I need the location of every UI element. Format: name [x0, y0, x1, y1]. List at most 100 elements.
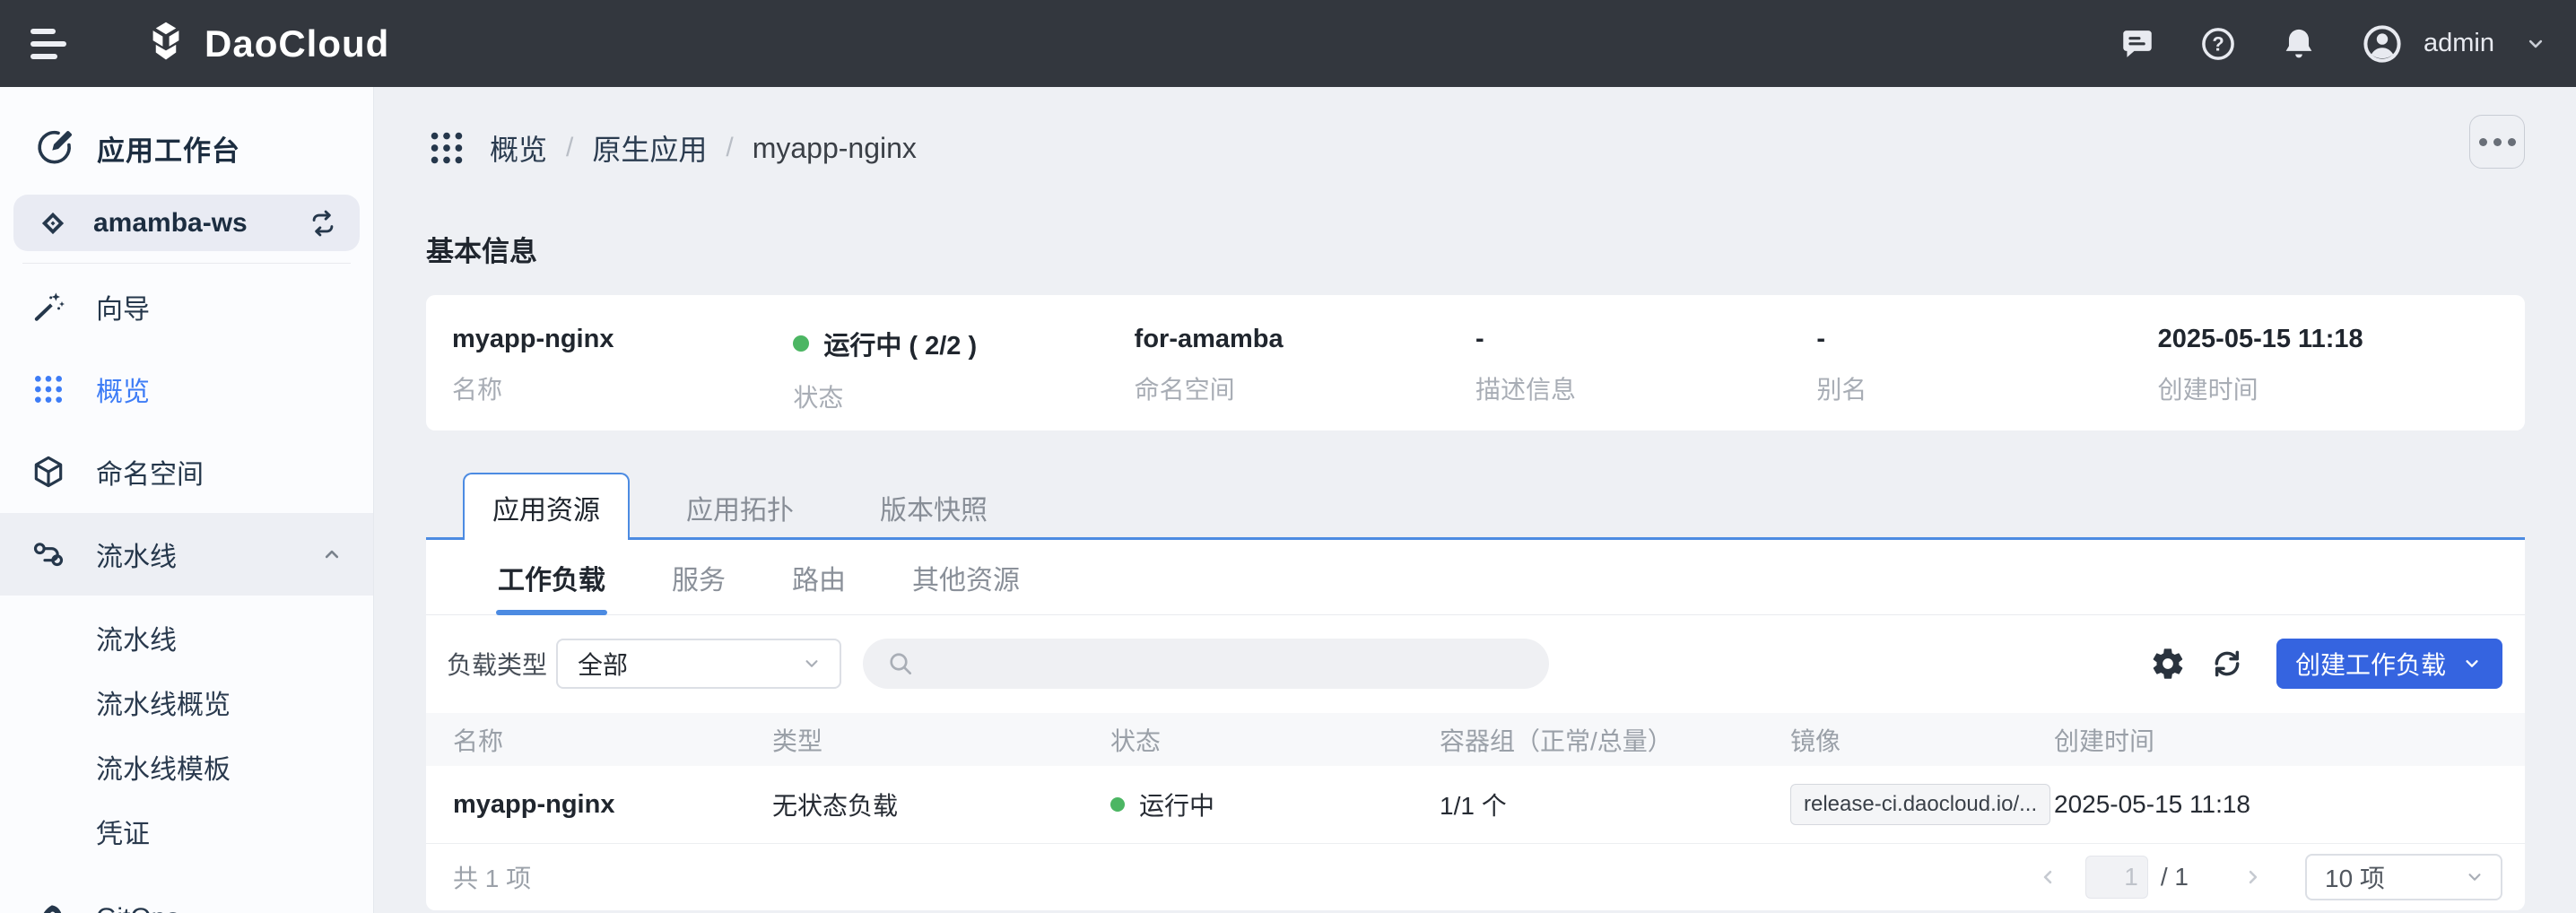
workspace-icon	[36, 206, 70, 240]
workspace-selector[interactable]: amamba-ws	[13, 195, 360, 251]
chevron-up-icon	[319, 542, 344, 567]
switch-workspace-icon[interactable]	[308, 208, 338, 239]
topbar-right: ? admin	[2119, 22, 2548, 65]
info-field-description: - 描述信息	[1475, 325, 1816, 430]
col-header-created: 创建时间	[2054, 722, 2502, 758]
tab-app-topology[interactable]: 应用拓扑	[657, 475, 823, 540]
sidebar-item-label: 流水线	[96, 535, 177, 574]
info-field-name: myapp-nginx 名称	[452, 325, 793, 430]
table-header-row: 名称 类型 状态 容器组（正常/总量） 镜像 创建时间	[426, 713, 2525, 766]
tab-version-snapshot[interactable]: 版本快照	[850, 475, 1017, 540]
top-bar: DaoCloud ?	[0, 0, 2576, 87]
pipeline-icon	[30, 536, 66, 572]
workload-created-cell: 2025-05-15 11:18	[2054, 790, 2502, 819]
total-count-label: 共 1 项	[453, 859, 531, 895]
info-field-created: 2025-05-15 11:18 创建时间	[2158, 325, 2499, 430]
table-row[interactable]: myapp-nginx 无状态负载 运行中 1/1 个 release-ci.d…	[426, 766, 2525, 844]
brand-logo[interactable]: DaoCloud	[142, 20, 389, 68]
workspace-name: amamba-ws	[93, 208, 248, 239]
refresh-icon[interactable]	[2209, 646, 2245, 682]
status-dot-green	[1110, 797, 1125, 812]
breadcrumb-separator: /	[726, 133, 733, 163]
sidebar-menu: 向导 概览 命名空间	[0, 265, 373, 596]
main-content: 概览 / 原生应用 / myapp-nginx 基本信息 myapp-nginx…	[374, 87, 2576, 913]
workload-type-label: 负载类型	[447, 646, 547, 682]
sidebar-item-label: GitOps	[96, 903, 179, 913]
info-field-status: 运行中 ( 2/2 ) 状态	[793, 325, 1134, 430]
info-field-alias: - 别名	[1816, 325, 2157, 430]
sidebar-subitem-pipeline-template[interactable]: 流水线模板	[0, 735, 373, 799]
tab-app-resources[interactable]: 应用资源	[463, 473, 630, 540]
page-number-input[interactable]	[2085, 856, 2148, 899]
page-size-select[interactable]: 10 项	[2305, 854, 2502, 900]
search-box[interactable]	[863, 639, 1549, 689]
username-label[interactable]: admin	[2424, 29, 2494, 58]
tabstrip-underline	[426, 537, 2525, 540]
cube-icon	[30, 454, 66, 490]
workbench-compose-icon	[34, 127, 75, 169]
help-icon[interactable]: ?	[2199, 25, 2237, 63]
breadcrumb-item-native-app[interactable]: 原生应用	[592, 127, 707, 169]
sidebar-item-gitops[interactable]: GitOps	[0, 877, 373, 913]
notifications-bell-icon[interactable]	[2280, 25, 2318, 63]
subtab-workloads[interactable]: 工作负载	[498, 540, 605, 614]
workload-type-cell: 无状态负载	[772, 787, 1110, 822]
workload-name-link[interactable]: myapp-nginx	[453, 790, 772, 820]
sidebar-product-header: 应用工作台	[34, 126, 373, 170]
topbar-left: DaoCloud	[30, 20, 389, 68]
user-menu-chevron-down-icon[interactable]	[2523, 31, 2548, 57]
breadcrumb: 概览 / 原生应用 / myapp-nginx	[426, 126, 2525, 170]
subtab-other-resources[interactable]: 其他资源	[912, 540, 1020, 614]
create-workload-button[interactable]: 创建工作负载	[2276, 639, 2502, 689]
settings-gear-icon[interactable]	[2150, 646, 2186, 682]
daocloud-logo-icon	[142, 20, 190, 68]
breadcrumb-item-current: myapp-nginx	[753, 132, 917, 165]
sidebar-subitem-credentials[interactable]: 凭证	[0, 799, 373, 864]
daocloud-app: DaoCloud ?	[0, 0, 2576, 913]
search-input[interactable]	[915, 639, 1549, 689]
chevron-down-icon	[800, 652, 823, 675]
rocket-icon	[30, 900, 66, 913]
search-icon	[886, 649, 915, 678]
basic-info-card: myapp-nginx 名称 运行中 ( 2/2 ) 状态 for-amamba…	[426, 295, 2525, 430]
breadcrumb-grid-icon[interactable]	[426, 127, 467, 169]
page-total-label: / 1	[2161, 863, 2189, 891]
subtab-routes[interactable]: 路由	[792, 540, 846, 614]
prev-page-icon[interactable]	[2035, 865, 2060, 890]
workload-toolbar: 负载类型 全部	[426, 639, 2525, 689]
table-footer: 共 1 项 / 1 10 项	[426, 844, 2525, 910]
user-avatar-icon[interactable]	[2361, 22, 2404, 65]
feedback-icon[interactable]	[2119, 25, 2156, 63]
grid-dots-icon	[30, 371, 66, 407]
workload-status-cell: 运行中	[1110, 787, 1440, 822]
col-header-type: 类型	[772, 722, 1110, 758]
pipeline-submenu: 流水线 流水线概览 流水线模板 凭证	[0, 605, 373, 864]
basic-info-title: 基本信息	[426, 229, 2525, 269]
subtab-services[interactable]: 服务	[672, 540, 726, 614]
breadcrumb-item-overview[interactable]: 概览	[490, 127, 547, 169]
sidebar-divider	[22, 263, 351, 264]
more-actions-button[interactable]	[2469, 115, 2525, 169]
next-page-icon[interactable]	[2241, 865, 2266, 890]
image-chip[interactable]: release-ci.daocloud.io/...	[1790, 784, 2050, 825]
main-tabs: 应用资源 应用拓扑 版本快照	[426, 473, 2525, 540]
sidebar-item-label: 概览	[96, 370, 150, 409]
sidebar-item-pipeline[interactable]: 流水线	[0, 513, 373, 596]
col-header-status: 状态	[1110, 722, 1440, 758]
sidebar-subitem-pipeline-overview[interactable]: 流水线概览	[0, 670, 373, 735]
info-field-namespace: for-amamba 命名空间	[1135, 325, 1475, 430]
svg-text:?: ?	[2212, 32, 2224, 55]
status-dot-green	[793, 335, 809, 352]
breadcrumb-separator: /	[566, 133, 573, 163]
pagination: / 1 10 项	[2035, 854, 2502, 900]
chevron-down-icon	[319, 906, 344, 913]
sidebar-item-wizard[interactable]: 向导	[0, 265, 373, 348]
product-title: 应用工作台	[97, 128, 240, 169]
workload-type-select[interactable]: 全部	[556, 639, 841, 689]
menu-toggle-icon[interactable]	[30, 26, 70, 62]
col-header-image: 镜像	[1790, 722, 2054, 758]
sidebar-item-overview[interactable]: 概览	[0, 348, 373, 430]
sidebar-subitem-pipeline[interactable]: 流水线	[0, 605, 373, 670]
sidebar-item-namespace[interactable]: 命名空间	[0, 430, 373, 513]
chevron-down-icon	[2463, 865, 2486, 889]
